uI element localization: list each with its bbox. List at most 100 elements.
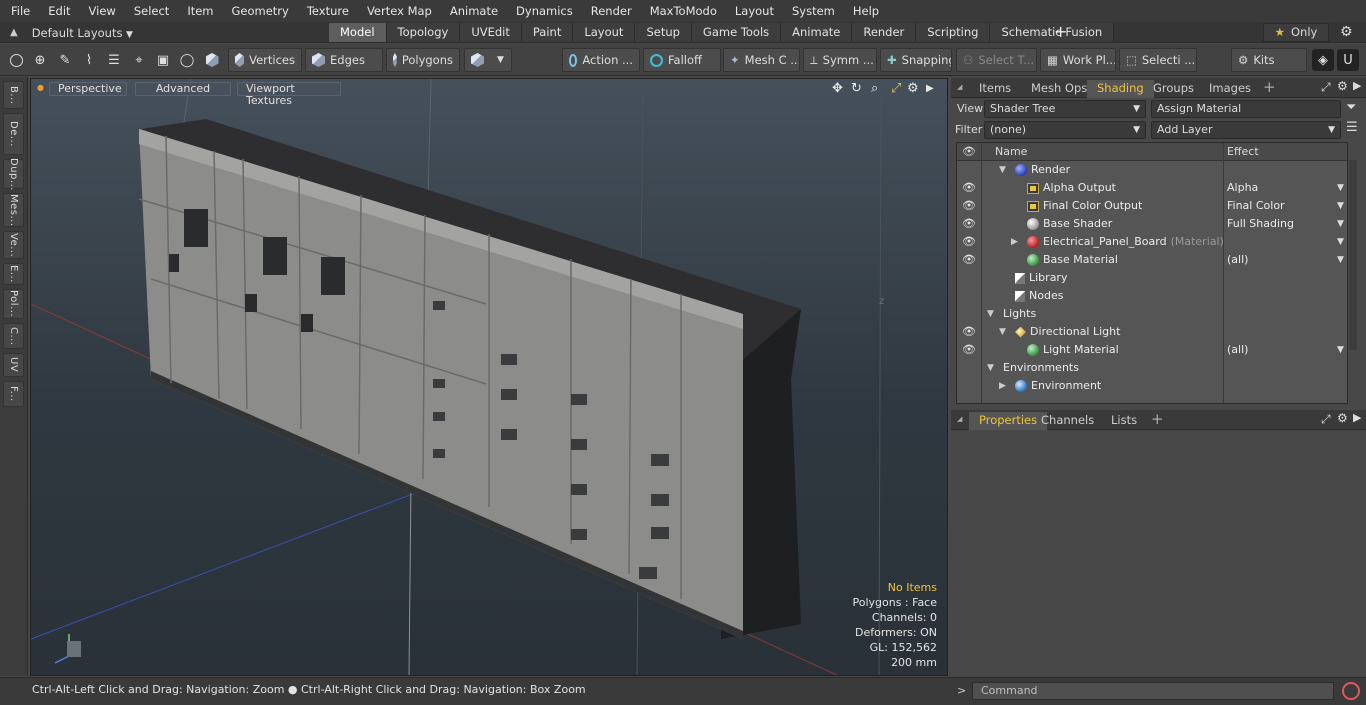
shader-tree-row[interactable]: 👁 Final Color Output Final Color ▼: [957, 197, 1347, 215]
panel-menu-icon[interactable]: ◢: [957, 415, 962, 423]
view-select[interactable]: Shader Tree ▼: [984, 100, 1146, 118]
polygons-button[interactable]: Polygons: [386, 48, 460, 72]
tree-item-effect[interactable]: (all): [1227, 251, 1248, 269]
zoom-icon[interactable]: ⌕: [871, 81, 878, 96]
action-center-button[interactable]: Action ...: [562, 48, 640, 72]
left-tool-tab[interactable]: C...: [3, 323, 24, 349]
expand-arrow-icon[interactable]: ▶: [999, 377, 1006, 395]
add-layer-select[interactable]: Add Layer ▼: [1151, 121, 1341, 139]
tab-layout[interactable]: Layout: [573, 23, 636, 42]
default-layouts-dropdown[interactable]: ▲ Default Layouts ▼: [0, 22, 180, 43]
visibility-eye-icon[interactable]: 👁: [962, 341, 976, 359]
viewport-gear-icon[interactable]: ⚙: [907, 81, 919, 96]
tree-item-effect[interactable]: Full Shading: [1227, 215, 1294, 233]
effect-dropdown-icon[interactable]: ▼: [1337, 215, 1344, 233]
item-mode-icon[interactable]: [201, 49, 223, 71]
add-tab-icon[interactable]: +: [1263, 78, 1276, 96]
menu-animate[interactable]: Animate: [441, 0, 507, 22]
shader-tree-row[interactable]: 👁 Alpha Output Alpha ▼: [957, 179, 1347, 197]
shader-tree-row[interactable]: 👁 ▼ Directional Light: [957, 323, 1347, 341]
menu-select[interactable]: Select: [125, 0, 178, 22]
add-tab-icon[interactable]: +: [1054, 23, 1067, 41]
menu-file[interactable]: File: [0, 0, 39, 22]
menu-layout[interactable]: Layout: [726, 0, 783, 22]
panel-arrow-icon[interactable]: ▶: [1353, 411, 1361, 424]
selection-sets-button[interactable]: ⬚ Selecti ...: [1119, 48, 1197, 72]
left-tool-tab[interactable]: De...: [3, 113, 24, 155]
menu-vertex-map[interactable]: Vertex Map: [358, 0, 441, 22]
circle-select-icon[interactable]: [5, 49, 27, 71]
center-icon[interactable]: ⌖: [128, 49, 150, 71]
edges-button[interactable]: Edges: [305, 48, 383, 72]
collapse-arrow-icon[interactable]: ▼: [999, 161, 1006, 179]
visibility-eye-icon[interactable]: 👁: [962, 179, 976, 197]
record-macro-icon[interactable]: [1342, 682, 1360, 700]
unity-icon[interactable]: ◈: [1312, 49, 1334, 71]
shader-tree-row[interactable]: ▼ Render: [957, 161, 1347, 179]
kits-button[interactable]: ⚙ Kits: [1231, 48, 1307, 72]
expand-panel-icon[interactable]: ⤢: [1321, 412, 1331, 427]
align-icon[interactable]: ☰: [103, 49, 125, 71]
shader-tree-row[interactable]: Library: [957, 269, 1347, 287]
command-input[interactable]: Command: [972, 682, 1334, 700]
effect-dropdown-icon[interactable]: ▼: [1337, 341, 1344, 359]
shader-tree-row[interactable]: 👁 Base Shader Full Shading ▼: [957, 215, 1347, 233]
visibility-eye-icon[interactable]: 👁: [962, 215, 976, 233]
unreal-icon[interactable]: U: [1337, 49, 1359, 71]
column-effect[interactable]: Effect: [1227, 145, 1259, 158]
visibility-eye-icon[interactable]: 👁: [962, 233, 976, 251]
shader-tree-row[interactable]: Nodes: [957, 287, 1347, 305]
filter-select[interactable]: (none) ▼: [984, 121, 1146, 139]
panel-arrow-icon[interactable]: ▶: [1353, 79, 1361, 92]
shader-tree-row[interactable]: 👁 Base Material (all) ▼: [957, 251, 1347, 269]
tab-topology[interactable]: Topology: [386, 23, 461, 42]
maximize-icon[interactable]: ⤢: [891, 81, 901, 96]
tab-groups[interactable]: Groups: [1143, 80, 1204, 98]
tab-setup[interactable]: Setup: [635, 23, 692, 42]
shader-tree-row[interactable]: ▼ Environments: [957, 359, 1347, 377]
advanced-button[interactable]: Advanced: [135, 82, 231, 96]
symmetry-lock-icon[interactable]: [538, 49, 560, 71]
menu-maxtomodo[interactable]: MaxToModo: [641, 0, 726, 22]
menu-help[interactable]: Help: [844, 0, 888, 22]
3d-viewport[interactable]: z ● Perspective Advanced Viewport Textur…: [30, 78, 948, 676]
tree-item-effect[interactable]: (all): [1227, 341, 1248, 359]
expand-panel-icon[interactable]: ⤢: [1321, 80, 1331, 95]
left-tool-tab[interactable]: Ve...: [3, 231, 24, 259]
snap-grid-icon[interactable]: [514, 49, 536, 71]
orbit-icon[interactable]: ↻: [851, 81, 862, 96]
frame-icon[interactable]: ▣: [152, 49, 174, 71]
left-tool-tab[interactable]: F...: [3, 381, 24, 407]
left-tool-tab[interactable]: B...: [3, 81, 24, 109]
assign-material-button[interactable]: Assign Material: [1151, 100, 1341, 118]
snapping-button[interactable]: ✚ Snapping: [880, 48, 952, 72]
filter-icon[interactable]: ⏷: [1346, 100, 1356, 115]
menu-dynamics[interactable]: Dynamics: [507, 0, 582, 22]
menu-edit[interactable]: Edit: [39, 0, 79, 22]
left-tool-tab[interactable]: Pol...: [3, 289, 24, 319]
left-tool-tab[interactable]: Dup...: [3, 158, 24, 190]
list-options-icon[interactable]: ☰: [1346, 120, 1358, 135]
visibility-eye-icon[interactable]: 👁: [962, 197, 976, 215]
mesh-constraints-button[interactable]: ✦ Mesh C ...: [723, 48, 800, 72]
left-tool-tab[interactable]: E...: [3, 263, 24, 285]
tab-scripting[interactable]: Scripting: [916, 23, 991, 42]
tree-item-effect[interactable]: Alpha: [1227, 179, 1258, 197]
shader-tree-row[interactable]: ▶ Environment: [957, 377, 1347, 395]
tab-channels[interactable]: Channels: [1031, 412, 1104, 430]
menu-render[interactable]: Render: [582, 0, 641, 22]
tab-paint[interactable]: Paint: [521, 23, 574, 42]
select-through-button[interactable]: ⚇ Select T...: [956, 48, 1037, 72]
tab-schematic-fusion[interactable]: Schematic Fusion: [990, 23, 1115, 42]
effect-dropdown-icon[interactable]: ▼: [1337, 233, 1344, 251]
falloff-button[interactable]: Falloff: [643, 48, 721, 72]
work-plane-button[interactable]: ▦ Work Pl...: [1040, 48, 1116, 72]
vertices-button[interactable]: Vertices: [228, 48, 302, 72]
shader-tree-scrollbar[interactable]: [1349, 160, 1357, 350]
left-tool-tab[interactable]: UV: [3, 353, 24, 377]
tab-model[interactable]: Model: [329, 23, 387, 42]
tab-items[interactable]: Items: [969, 80, 1021, 98]
tab-uvedit[interactable]: UVEdit: [460, 23, 522, 42]
shader-tree-row[interactable]: 👁 ▶ Electrical_Panel_Board (Material) ▼: [957, 233, 1347, 251]
menu-system[interactable]: System: [783, 0, 844, 22]
